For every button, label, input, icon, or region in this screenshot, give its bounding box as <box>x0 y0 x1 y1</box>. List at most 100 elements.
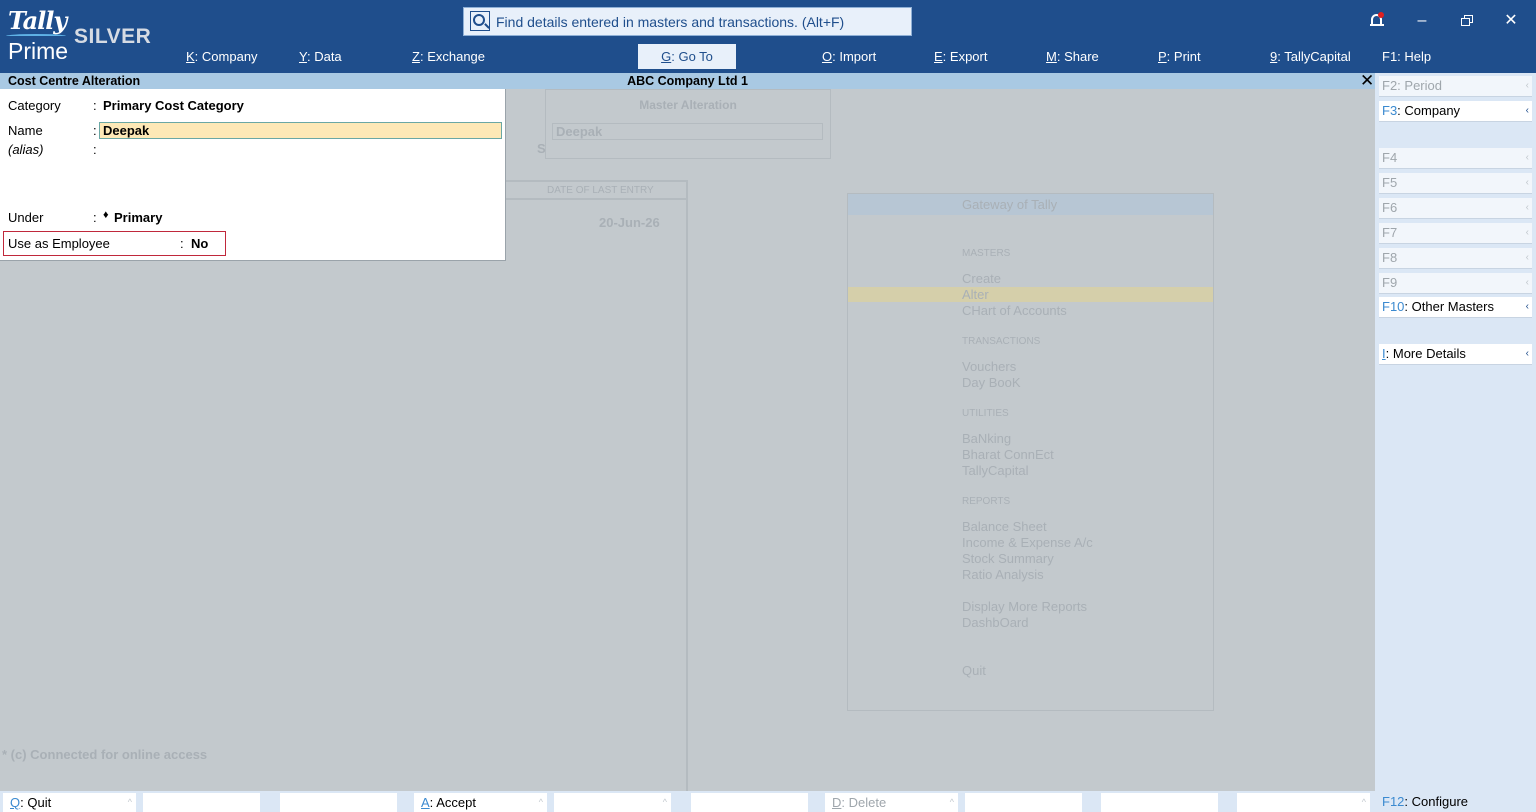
menu-goto[interactable]: G: Go To <box>638 44 736 69</box>
gateway-day-book: Day BooK <box>962 375 1021 390</box>
diamond-icon: ♦ <box>103 209 109 221</box>
chevron-left-icon: ‹ <box>1525 252 1529 263</box>
category-colon: : <box>93 98 97 113</box>
company-name: ABC Company Ltd 1 <box>627 74 748 88</box>
gateway-title: Gateway of Tally <box>962 197 1058 212</box>
menu-import[interactable]: O: Import <box>822 48 876 66</box>
name-field[interactable]: Deepak <box>99 122 502 139</box>
under-label: Under <box>8 210 44 225</box>
master-alteration-value: Deepak <box>556 124 603 139</box>
footer-button-6[interactable] <box>691 793 808 812</box>
connection-status: * (c) Connected for online access <box>2 747 208 762</box>
footer-button-9[interactable] <box>1101 793 1218 812</box>
gateway-section-reports: REPORTS <box>962 496 1011 507</box>
caret-up-icon: ^ <box>949 797 954 807</box>
chevron-left-icon: ‹ <box>1525 105 1529 116</box>
caret-up-icon: ^ <box>538 797 543 807</box>
gateway-income-expense: Income & Expense A/c <box>962 535 1093 550</box>
quit-button[interactable]: Q: Quit ^ <box>3 793 136 812</box>
f7-button[interactable]: F7 ‹ <box>1379 223 1532 244</box>
gateway-section-masters: MASTERS <box>962 248 1011 259</box>
menu-data[interactable]: Y: Data <box>299 48 342 66</box>
screen-title: Cost Centre Alteration <box>8 74 141 88</box>
gateway-selected-row <box>848 287 1213 302</box>
notification-bell-icon[interactable] <box>1370 12 1384 28</box>
category-value[interactable]: Primary Cost Category <box>103 98 244 113</box>
footer-button-10[interactable]: ^ <box>1237 793 1370 812</box>
gateway-ratio-analysis: Ratio Analysis <box>962 567 1044 582</box>
cost-centre-alteration-form: Category : Primary Cost Category Name : … <box>0 89 506 261</box>
caret-up-icon: ^ <box>1361 797 1366 807</box>
category-label: Category <box>8 98 61 113</box>
date-of-last-entry-header: DATE OF LAST ENTRY <box>547 185 654 196</box>
chevron-left-icon: ‹ <box>1525 227 1529 238</box>
menu-help[interactable]: F1: Help <box>1382 48 1431 66</box>
prime-logo-text: Prime <box>8 38 69 64</box>
f3-company-button[interactable]: F3: Company ‹ <box>1379 101 1532 122</box>
f8-button[interactable]: F8 ‹ <box>1379 248 1532 269</box>
f12-configure-button[interactable]: F12: Configure <box>1379 792 1532 812</box>
f9-button[interactable]: F9 ‹ <box>1379 273 1532 294</box>
caret-up-icon: ^ <box>662 797 667 807</box>
chevron-left-icon: ‹ <box>1525 202 1529 213</box>
date-header-rule <box>506 180 686 182</box>
gateway-dashboard: DashbOard <box>962 615 1029 630</box>
gateway-alter: Alter <box>962 287 989 302</box>
use-as-employee-label: Use as Employee <box>8 236 110 251</box>
menu-export[interactable]: E: Export <box>934 48 987 66</box>
date-of-last-entry-value: 20-Jun-26 <box>599 215 660 230</box>
f2-period-button[interactable]: F2: Period ‹ <box>1379 76 1532 97</box>
minimize-button[interactable]: – <box>1410 10 1434 32</box>
gateway-bharat-connect: Bharat ConnEct <box>962 447 1054 462</box>
more-details-button[interactable]: I: More Details ‹ <box>1379 344 1532 365</box>
under-value[interactable]: Primary <box>114 210 162 225</box>
gateway-stock-summary: Stock Summary <box>962 551 1054 566</box>
global-search-bar[interactable]: Find details entered in masters and tran… <box>463 7 912 36</box>
chevron-left-icon: ‹ <box>1525 80 1529 91</box>
f10-other-masters-button[interactable]: F10: Other Masters ‹ <box>1379 297 1532 318</box>
footer-button-8[interactable] <box>965 793 1082 812</box>
footer-button-2[interactable] <box>143 793 260 812</box>
right-button-panel: F2: Period ‹ F3: Company ‹ F4 ‹ F5 ‹ F6 ‹ F7 ‹… <box>1375 73 1536 812</box>
name-colon: : <box>93 123 97 138</box>
chevron-left-icon: ‹ <box>1525 152 1529 163</box>
close-window-button[interactable]: ✕ <box>1499 10 1523 32</box>
f5-button[interactable]: F5 ‹ <box>1379 173 1532 194</box>
f6-button[interactable]: F6 ‹ <box>1379 198 1532 219</box>
gateway-create: Create <box>962 271 1002 286</box>
chevron-left-icon: ‹ <box>1525 348 1529 359</box>
menu-tallycapital[interactable]: 9: TallyCapital <box>1270 48 1351 66</box>
footer-button-5[interactable]: ^ <box>554 793 671 812</box>
partial-letter: S <box>537 141 546 156</box>
column-divider <box>686 180 688 791</box>
use-as-employee-colon: : <box>180 236 184 251</box>
close-screen-button[interactable]: ✕ <box>1360 71 1374 91</box>
menu-print[interactable]: P: Print <box>1158 48 1201 66</box>
use-as-employee-value[interactable]: No <box>191 236 208 251</box>
chevron-left-icon: ‹ <box>1525 177 1529 188</box>
master-alteration-title: Master Alteration <box>639 98 737 112</box>
alias-colon: : <box>93 142 97 157</box>
gateway-section-transactions: TRANSACTIONS <box>962 336 1041 347</box>
accept-button[interactable]: A: Accept ^ <box>414 793 547 812</box>
gateway-quit: Quit <box>962 663 986 678</box>
footer-button-3[interactable] <box>280 793 397 812</box>
gateway-display-more-reports: Display More Reports <box>962 599 1087 614</box>
search-placeholder: Find details entered in masters and tran… <box>496 13 845 30</box>
gateway-section-utilities: UTILITIES <box>962 408 1009 419</box>
restore-window-icon[interactable] <box>1461 15 1473 26</box>
f4-button[interactable]: F4 ‹ <box>1379 148 1532 169</box>
menu-exchange[interactable]: Z: Exchange <box>412 48 485 66</box>
under-colon: : <box>93 210 97 225</box>
menu-company[interactable]: K: Company <box>186 48 258 66</box>
tally-logo: Tally <box>8 6 67 35</box>
gateway-banking: BaNking <box>962 431 1012 446</box>
date-header-rule-bottom <box>506 198 686 200</box>
delete-button[interactable]: D: Delete ^ <box>825 793 958 812</box>
bottom-button-bar: Q: Quit ^ A: Accept ^ ^ D: Delete ^ ^ <box>0 791 1375 812</box>
edition-label: SILVER <box>74 25 152 48</box>
chevron-left-icon: ‹ <box>1525 301 1529 312</box>
name-label: Name <box>8 123 43 138</box>
menu-share[interactable]: M: Share <box>1046 48 1099 66</box>
screen-title-bar: ABC Company Ltd 1 Cost Centre Alteration… <box>0 71 1375 91</box>
